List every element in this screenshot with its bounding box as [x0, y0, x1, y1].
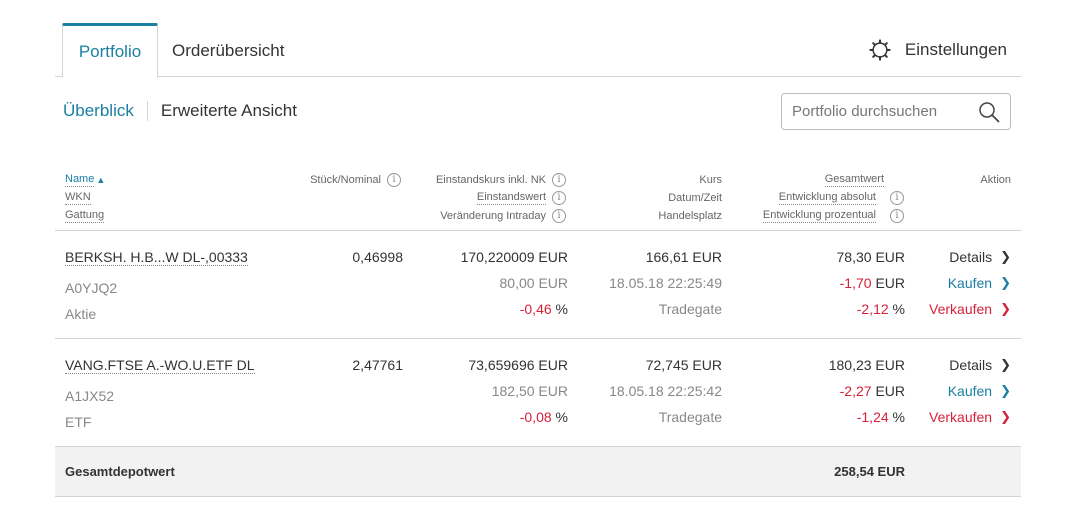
- header-einstandswert[interactable]: Einstandswert: [476, 191, 546, 205]
- header-datum: Datum/Zeit: [668, 192, 722, 204]
- header-entwicklung-prozentual[interactable]: Entwicklung prozentual: [762, 209, 876, 223]
- security-name[interactable]: BERKSH. H.B...W DL-,00333: [65, 249, 248, 266]
- details-label: Details: [949, 249, 993, 265]
- kurs-value: 72,745 EUR: [645, 357, 722, 373]
- intraday-value: -0,46: [519, 301, 552, 317]
- view-erweiterte-ansicht[interactable]: Erweiterte Ansicht: [161, 101, 297, 121]
- intraday-change: -0,46 %: [400, 300, 568, 318]
- total-row: Gesamtdepotwert 258,54 EUR: [55, 447, 1021, 497]
- datum-value: 18.05.18 22:25:42: [609, 383, 722, 399]
- verkaufen-button[interactable]: Verkaufen ❯: [900, 408, 1011, 426]
- entwicklung-absolut: -2,27 EUR: [760, 382, 905, 400]
- total-label: Gesamtdepotwert: [65, 464, 175, 479]
- sort-ascending-icon[interactable]: ▲: [96, 171, 105, 189]
- header-einstandskurs: Einstandskurs inkl. NK: [435, 174, 546, 186]
- view-switcher: Überblick Erweiterte Ansicht: [63, 100, 297, 122]
- view-separator: [146, 101, 148, 121]
- verkaufen-label: Verkaufen: [929, 301, 993, 317]
- header-gattung[interactable]: Gattung: [65, 209, 105, 223]
- header-aktion: Aktion: [980, 174, 1011, 186]
- entwicklung-absolut-value: -2,27: [839, 383, 872, 399]
- header-gesamtwert-group: Gesamtwert Entwicklung absolut i Entwickl…: [730, 171, 904, 225]
- header-wkn[interactable]: WKN: [65, 191, 91, 205]
- header-aktion-group: Aktion: [930, 171, 1011, 189]
- info-icon[interactable]: i: [387, 173, 401, 187]
- header-name-group: Name ▲ WKN Gattung: [65, 171, 105, 225]
- verkaufen-button[interactable]: Verkaufen ❯: [900, 300, 1011, 318]
- header-kurs: Kurs: [699, 174, 722, 186]
- einstandswert-value: 80,00 EUR: [499, 275, 568, 291]
- chevron-right-icon: ❯: [1000, 301, 1011, 316]
- header-einstand-group: Einstandskurs inkl. NK i Einstandswert i V…: [400, 171, 566, 225]
- kaufen-label: Kaufen: [947, 275, 993, 291]
- chevron-right-icon: ❯: [1000, 275, 1011, 290]
- security-gattung: Aktie: [65, 306, 97, 322]
- details-button[interactable]: Details ❯: [900, 356, 1011, 374]
- portfolio-search: [781, 93, 1011, 130]
- handelsplatz-value: Tradegate: [658, 409, 722, 425]
- entwicklung-prozentual: -2,12 %: [760, 300, 905, 318]
- settings-label: Einstellungen: [904, 40, 1007, 59]
- security-wkn: A1JX52: [65, 388, 115, 404]
- info-icon[interactable]: i: [890, 209, 904, 223]
- gear-icon: [869, 39, 891, 61]
- settings-button[interactable]: Einstellungen: [869, 23, 1007, 77]
- chevron-right-icon: ❯: [1000, 249, 1011, 264]
- view-ueberblick[interactable]: Überblick: [63, 101, 134, 121]
- info-icon[interactable]: i: [552, 209, 566, 223]
- tab-orderuebersicht[interactable]: Orderübersicht: [172, 23, 284, 77]
- gesamtwert-value: 180,23 EUR: [828, 357, 905, 373]
- intraday-change: -0,08 %: [400, 408, 568, 426]
- handelsplatz-value: Tradegate: [658, 301, 722, 317]
- info-icon[interactable]: i: [890, 191, 904, 205]
- tab-portfolio[interactable]: Portfolio: [62, 23, 158, 78]
- entwicklung-prozentual-value: -2,12: [856, 301, 889, 317]
- search-input[interactable]: [792, 103, 972, 120]
- details-label: Details: [949, 357, 993, 373]
- entwicklung-prozentual: -1,24 %: [760, 408, 905, 426]
- kaufen-button[interactable]: Kaufen ❯: [900, 382, 1011, 400]
- header-kurs-group: Kurs Datum/Zeit Handelsplatz: [600, 171, 722, 225]
- entwicklung-absolut-value: -1,70: [839, 275, 872, 291]
- gesamtwert-value: 78,30 EUR: [836, 249, 905, 265]
- security-name[interactable]: VANG.FTSE A.-WO.U.ETF DL: [65, 357, 255, 374]
- header-gesamtwert[interactable]: Gesamtwert: [824, 173, 884, 187]
- chevron-right-icon: ❯: [1000, 357, 1011, 372]
- datum-value: 18.05.18 22:25:49: [609, 275, 722, 291]
- sort-by-name[interactable]: Name: [65, 173, 95, 187]
- chevron-right-icon: ❯: [1000, 383, 1011, 398]
- einstandskurs-value: 73,659696 EUR: [468, 357, 568, 373]
- chevron-right-icon: ❯: [1000, 409, 1011, 424]
- header-stueck-group: Stück/Nominal i: [280, 171, 401, 189]
- info-icon[interactable]: i: [552, 191, 566, 205]
- stueck-value: 2,47761: [352, 357, 403, 373]
- header-handelsplatz: Handelsplatz: [658, 210, 722, 222]
- total-value: 258,54 EUR: [834, 464, 905, 479]
- header-entwicklung-absolut[interactable]: Entwicklung absolut: [778, 191, 876, 205]
- entwicklung-prozentual-value: -1,24: [856, 409, 889, 425]
- einstandswert-value: 182,50 EUR: [491, 383, 568, 399]
- header-intraday: Veränderung Intraday: [440, 210, 546, 222]
- kaufen-label: Kaufen: [947, 383, 993, 399]
- main-tabs: Portfolio Orderübersicht Einstellungen: [55, 23, 1021, 78]
- info-icon[interactable]: i: [552, 173, 566, 187]
- intraday-value: -0,08: [519, 409, 552, 425]
- security-gattung: ETF: [65, 414, 92, 430]
- entwicklung-absolut: -1,70 EUR: [760, 274, 905, 292]
- verkaufen-label: Verkaufen: [929, 409, 993, 425]
- details-button[interactable]: Details ❯: [900, 248, 1011, 266]
- percent-sign: %: [555, 409, 568, 425]
- security-wkn: A0YJQ2: [65, 280, 118, 296]
- stueck-value: 0,46998: [352, 249, 403, 265]
- header-stueck: Stück/Nominal: [310, 174, 381, 186]
- search-icon[interactable]: [978, 101, 1000, 123]
- kaufen-button[interactable]: Kaufen ❯: [900, 274, 1011, 292]
- kurs-value: 166,61 EUR: [645, 249, 722, 265]
- einstandskurs-value: 170,220009 EUR: [460, 249, 568, 265]
- percent-sign: %: [555, 301, 568, 317]
- row-divider: [55, 338, 1021, 339]
- header-divider: [55, 230, 1021, 231]
